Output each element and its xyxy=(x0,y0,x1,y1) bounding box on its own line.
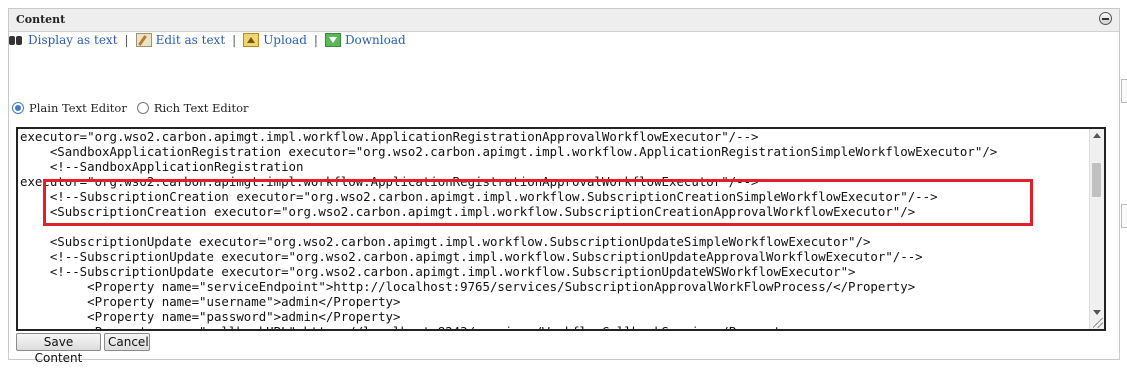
panel-header: Content xyxy=(9,9,1119,32)
content-textarea[interactable]: executor="org.wso2.carbon.apimgt.impl.wo… xyxy=(16,127,1106,331)
download-label: Download xyxy=(344,33,406,47)
code-line: executor="org.wso2.carbon.apimgt.impl.wo… xyxy=(20,129,759,144)
scroll-up-icon[interactable] xyxy=(1093,133,1101,138)
edit-as-text-link[interactable]: Edit as text xyxy=(135,33,226,47)
binoculars-icon xyxy=(8,33,24,47)
code-line: <!--SandboxApplicationRegistration xyxy=(20,159,304,174)
download-icon xyxy=(324,33,341,47)
upload-icon xyxy=(243,33,260,47)
code-line: <SubscriptionCreation executor="org.wso2… xyxy=(20,204,916,219)
edge-fragment xyxy=(1121,79,1127,103)
action-bar: Display as text | Edit as text | Upload … xyxy=(8,33,406,47)
display-as-text-label: Display as text xyxy=(28,33,118,47)
code-line: <!--SubscriptionCreation executor="org.w… xyxy=(20,189,938,204)
rich-text-editor-label: Rich Text Editor xyxy=(153,101,249,115)
display-as-text-link[interactable]: Display as text xyxy=(8,33,118,47)
cancel-button[interactable]: Cancel xyxy=(104,333,150,351)
vertical-scrollbar[interactable] xyxy=(1089,129,1104,329)
plain-text-editor-label: Plain Text Editor xyxy=(29,101,127,115)
resize-grip-icon[interactable] xyxy=(1093,318,1103,328)
code-line: <Property name="username">admin</Propert… xyxy=(20,294,401,309)
rich-text-editor-radio[interactable] xyxy=(136,102,149,114)
edit-icon xyxy=(135,33,152,47)
editor-mode-selector: Plain Text Editor Rich Text Editor xyxy=(12,101,259,115)
save-content-button[interactable]: Save Content xyxy=(16,333,101,365)
code-line: <!--SubscriptionUpdate executor="org.wso… xyxy=(20,249,923,264)
code-line: executor="org.wso2.carbon.apimgt.impl.wo… xyxy=(20,174,759,189)
separator: | xyxy=(313,33,318,47)
upload-link[interactable]: Upload xyxy=(243,33,307,47)
panel-title: Content xyxy=(16,13,66,26)
separator: | xyxy=(232,33,237,47)
code-line: <SandboxApplicationRegistration executor… xyxy=(20,144,998,159)
code-line: <Property name="serviceEndpoint">http://… xyxy=(20,279,916,294)
code-line: <SubscriptionUpdate executor="org.wso2.c… xyxy=(20,234,871,249)
upload-label: Upload xyxy=(263,33,307,47)
edit-as-text-label: Edit as text xyxy=(155,33,226,47)
plain-text-editor-radio[interactable] xyxy=(12,102,24,114)
code-line: <!--SubscriptionUpdate executor="org.wso… xyxy=(20,264,856,279)
code-line: <Property name="password">admin</Propert… xyxy=(20,309,401,324)
scroll-down-icon[interactable] xyxy=(1093,310,1101,315)
code-line: <Property name="callbackURL">https://loc… xyxy=(20,324,1088,329)
code-content: executor="org.wso2.carbon.apimgt.impl.wo… xyxy=(20,129,1088,329)
collapse-icon[interactable] xyxy=(1099,12,1112,25)
scrollbar-thumb[interactable] xyxy=(1092,163,1101,197)
edge-fragment xyxy=(1121,204,1127,228)
separator: | xyxy=(124,33,129,47)
download-link[interactable]: Download xyxy=(324,33,406,47)
